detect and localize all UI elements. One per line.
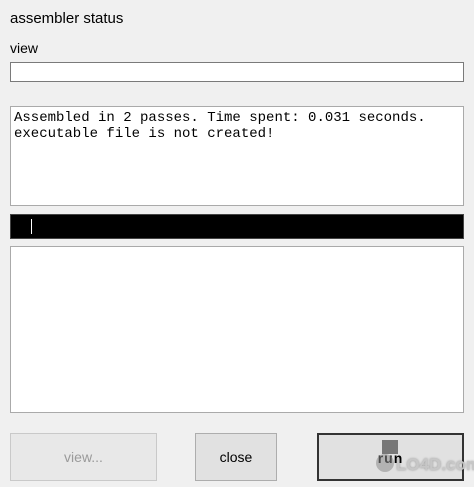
status-output: Assembled in 2 passes. Time spent: 0.031…	[10, 106, 464, 206]
view-button[interactable]: view...	[10, 433, 157, 481]
text-cursor	[31, 219, 32, 234]
output-area[interactable]	[10, 246, 464, 413]
close-button[interactable]: close	[195, 433, 277, 481]
console-input[interactable]	[10, 214, 464, 239]
window-title: assembler status	[10, 10, 124, 27]
run-button[interactable]: run	[317, 433, 464, 481]
view-input[interactable]	[10, 62, 464, 82]
view-label: view	[10, 40, 39, 56]
run-button-label: run	[377, 450, 404, 466]
